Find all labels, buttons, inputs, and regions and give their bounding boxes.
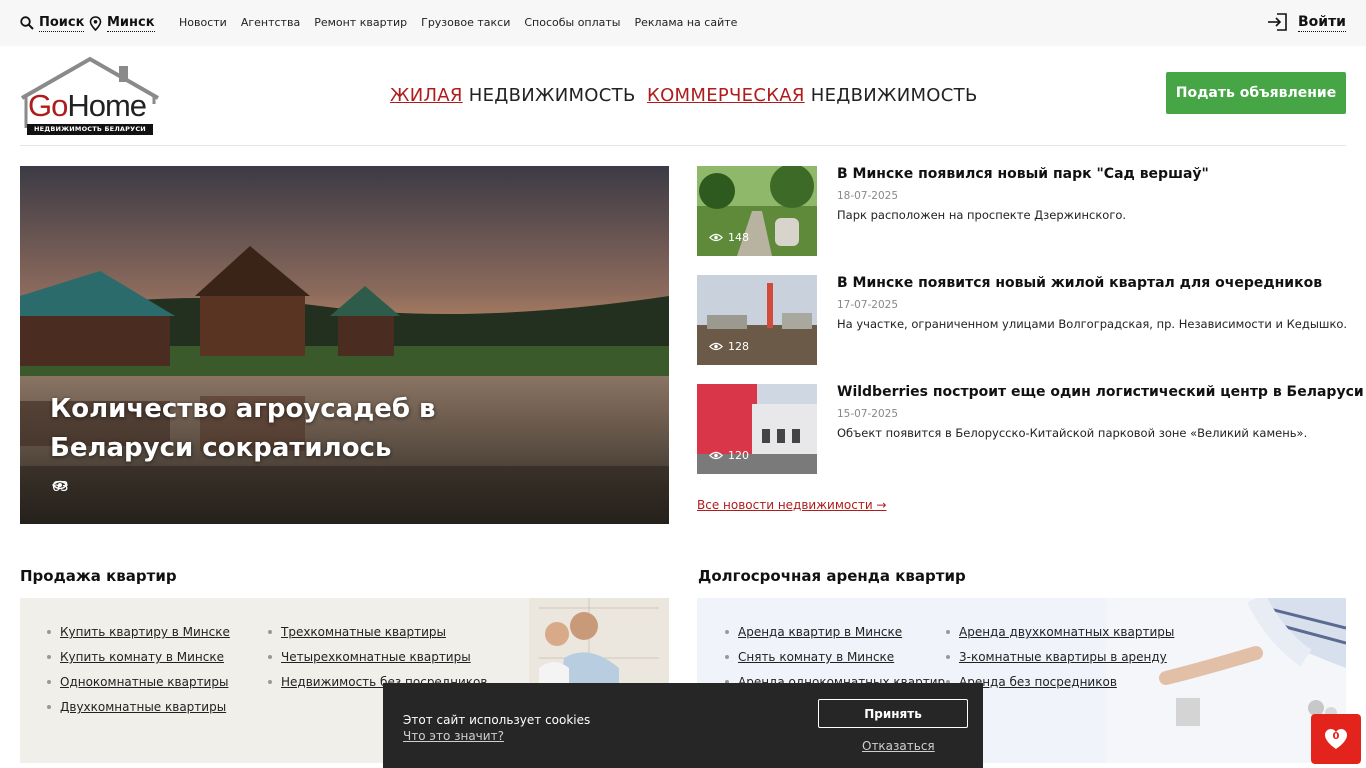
city-label: Минск bbox=[107, 15, 155, 32]
search-icon bbox=[20, 16, 34, 30]
sale-link[interactable]: Трехкомнатные квартиры bbox=[267, 624, 487, 649]
city-selector[interactable]: Минск bbox=[89, 14, 155, 32]
top-nav-item-renovation[interactable]: Ремонт квартир bbox=[314, 16, 407, 29]
sale-link[interactable]: Двухкомнатные квартиры bbox=[47, 699, 230, 724]
sale-link[interactable]: Четырехкомнатные квартиры bbox=[267, 649, 487, 674]
top-bar: Поиск Минск Новости Агентства Ремонт ква… bbox=[0, 0, 1366, 46]
top-nav-item-news[interactable]: Новости bbox=[179, 16, 227, 29]
eye-icon bbox=[709, 233, 723, 242]
top-nav-item-cargo-taxi[interactable]: Грузовое такси bbox=[421, 16, 510, 29]
news-views-count: 120 bbox=[728, 449, 749, 462]
sale-link[interactable]: Купить комнату в Минске bbox=[47, 649, 230, 674]
news-description: Объект появится в Белорусско-Китайской п… bbox=[837, 426, 1308, 440]
top-nav-item-advertising[interactable]: Реклама на сайте bbox=[635, 16, 738, 29]
search-link[interactable]: Поиск bbox=[20, 14, 85, 32]
cookie-decline-link[interactable]: Отказаться bbox=[862, 739, 935, 753]
news-date: 17-07-2025 bbox=[837, 299, 899, 311]
location-pin-icon bbox=[89, 15, 102, 31]
sale-link[interactable]: Купить квартиру в Минске bbox=[47, 624, 230, 649]
hero-views: 63 bbox=[52, 480, 69, 495]
search-label: Поиск bbox=[39, 15, 85, 32]
news-description: Парк расположен на проспекте Дзержинског… bbox=[837, 208, 1127, 222]
news-date: 18-07-2025 bbox=[837, 190, 899, 202]
sale-link[interactable]: Однокомнатные квартиры bbox=[47, 674, 230, 699]
rent-link[interactable]: Аренда квартир в Минске bbox=[724, 624, 945, 649]
eye-icon bbox=[52, 480, 68, 490]
news-description: На участке, ограниченном улицами Волгогр… bbox=[837, 317, 1348, 331]
logo-tagline: НЕДВИЖИМОСТЬ БЕЛАРУСИ bbox=[27, 124, 153, 135]
news-thumbnail: 120 bbox=[697, 384, 817, 474]
cookie-message: Этот сайт использует cookies bbox=[403, 713, 591, 727]
top-nav: Новости Агентства Ремонт квартир Грузово… bbox=[179, 16, 737, 29]
eye-icon bbox=[709, 342, 723, 351]
login-label: Войти bbox=[1297, 13, 1346, 32]
rent-link[interactable]: Аренда без посредников bbox=[945, 674, 1174, 699]
news-date: 15-07-2025 bbox=[837, 408, 899, 420]
hero-image bbox=[20, 166, 669, 524]
site-logo[interactable]: GoHome НЕДВИЖИМОСТЬ БЕЛАРУСИ bbox=[20, 56, 160, 138]
news-thumbnail: 128 bbox=[697, 275, 817, 365]
post-ad-button[interactable]: Подать объявление bbox=[1166, 72, 1346, 114]
cookie-banner: Этот сайт использует cookies Что это зна… bbox=[383, 683, 983, 768]
news-title[interactable]: В Минске появится новый жилой квартал дл… bbox=[837, 275, 1322, 291]
news-title[interactable]: Wildberries построит еще один логистичес… bbox=[837, 384, 1364, 400]
eye-icon bbox=[709, 451, 723, 460]
news-item[interactable]: 120 Wildberries построит еще один логист… bbox=[697, 384, 1364, 474]
login-icon bbox=[1267, 13, 1287, 31]
all-news-link[interactable]: Все новости недвижимости → bbox=[697, 498, 887, 512]
news-views-count: 128 bbox=[728, 340, 749, 353]
cookie-info-link[interactable]: Что это значит? bbox=[403, 729, 504, 743]
rent-link[interactable]: 3-комнатные квартиры в аренду bbox=[945, 649, 1174, 674]
rent-link[interactable]: Снять комнату в Минске bbox=[724, 649, 945, 674]
login-button[interactable]: Войти bbox=[1266, 12, 1346, 32]
rent-link[interactable]: Аренда двухкомнатных квартиры bbox=[945, 624, 1174, 649]
header-divider bbox=[20, 145, 1346, 146]
rent-section-title: Долгосрочная аренда квартир bbox=[698, 567, 966, 585]
news-views-count: 148 bbox=[728, 231, 749, 244]
news-item[interactable]: 128 В Минске появится новый жилой кварта… bbox=[697, 275, 1357, 365]
nav-commercial[interactable]: КОММЕРЧЕСКАЯ НЕДВИЖИМОСТЬ bbox=[647, 85, 978, 106]
news-title[interactable]: В Минске появился новый парк "Сад вершаў… bbox=[837, 166, 1209, 182]
top-nav-item-agencies[interactable]: Агентства bbox=[241, 16, 300, 29]
favorites-count: 0 bbox=[1332, 731, 1340, 742]
top-nav-item-payment[interactable]: Способы оплаты bbox=[524, 16, 620, 29]
logo-text: GoHome bbox=[28, 88, 147, 123]
hero-title: Количество агроусадеб в Беларуси сократи… bbox=[50, 394, 436, 463]
cookie-accept-button[interactable]: Принять bbox=[818, 699, 968, 728]
sale-section-title: Продажа квартир bbox=[20, 567, 177, 585]
news-thumbnail: 148 bbox=[697, 166, 817, 256]
hero-article[interactable]: Количество агроусадеб в Беларуси сократи… bbox=[20, 166, 669, 524]
nav-residential[interactable]: ЖИЛАЯ НЕДВИЖИМОСТЬ bbox=[390, 85, 636, 106]
favorites-button[interactable]: 0 bbox=[1311, 714, 1361, 764]
news-item[interactable]: 148 В Минске появился новый парк "Сад ве… bbox=[697, 166, 1357, 256]
